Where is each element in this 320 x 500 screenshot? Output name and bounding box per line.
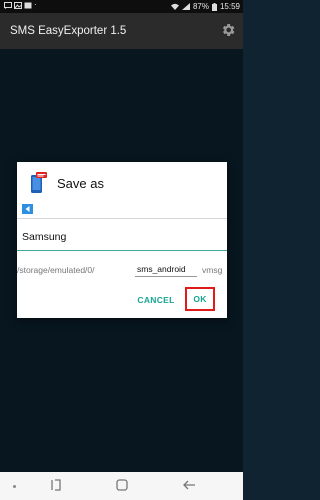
clock: 15:59 — [219, 2, 240, 11]
path-row: /storage/emulated/0/ vmsg — [17, 263, 227, 277]
navigation-bar — [0, 472, 243, 500]
more-dots-icon: · — [34, 0, 37, 9]
cancel-button[interactable]: CANCEL — [136, 293, 176, 307]
signal-icon — [181, 3, 190, 10]
battery-icon — [211, 2, 217, 11]
save-as-dialog: Save as Samsung /storage/emulated/0/ vms… — [17, 162, 227, 318]
path-prefix: /storage/emulated/0/ — [17, 265, 95, 275]
dialog-title: Save as — [57, 176, 104, 191]
status-bar: · 87% 15:59 — [0, 0, 243, 13]
folder-list-item[interactable]: Samsung — [22, 231, 66, 243]
file-extension: vmsg — [202, 265, 223, 275]
nav-indicator-dot — [13, 485, 16, 488]
app-bar: SMS EasyExporter 1.5 — [0, 13, 243, 49]
gallery-icon — [24, 2, 32, 9]
recent-apps-icon[interactable] — [49, 478, 63, 492]
battery-percent: 87% — [192, 2, 209, 11]
phone-sms-icon — [31, 172, 47, 193]
wifi-icon — [170, 3, 179, 10]
ok-button[interactable]: OK — [185, 287, 215, 311]
back-icon[interactable] — [182, 478, 196, 492]
divider — [17, 250, 227, 251]
image-icon — [14, 2, 22, 9]
app-title: SMS EasyExporter 1.5 — [10, 25, 127, 37]
gear-icon[interactable] — [220, 22, 236, 38]
arrow-left-icon[interactable] — [22, 204, 33, 214]
message-icon — [4, 2, 12, 9]
filename-input[interactable] — [135, 263, 197, 277]
divider — [17, 218, 227, 219]
home-icon[interactable] — [115, 478, 129, 492]
